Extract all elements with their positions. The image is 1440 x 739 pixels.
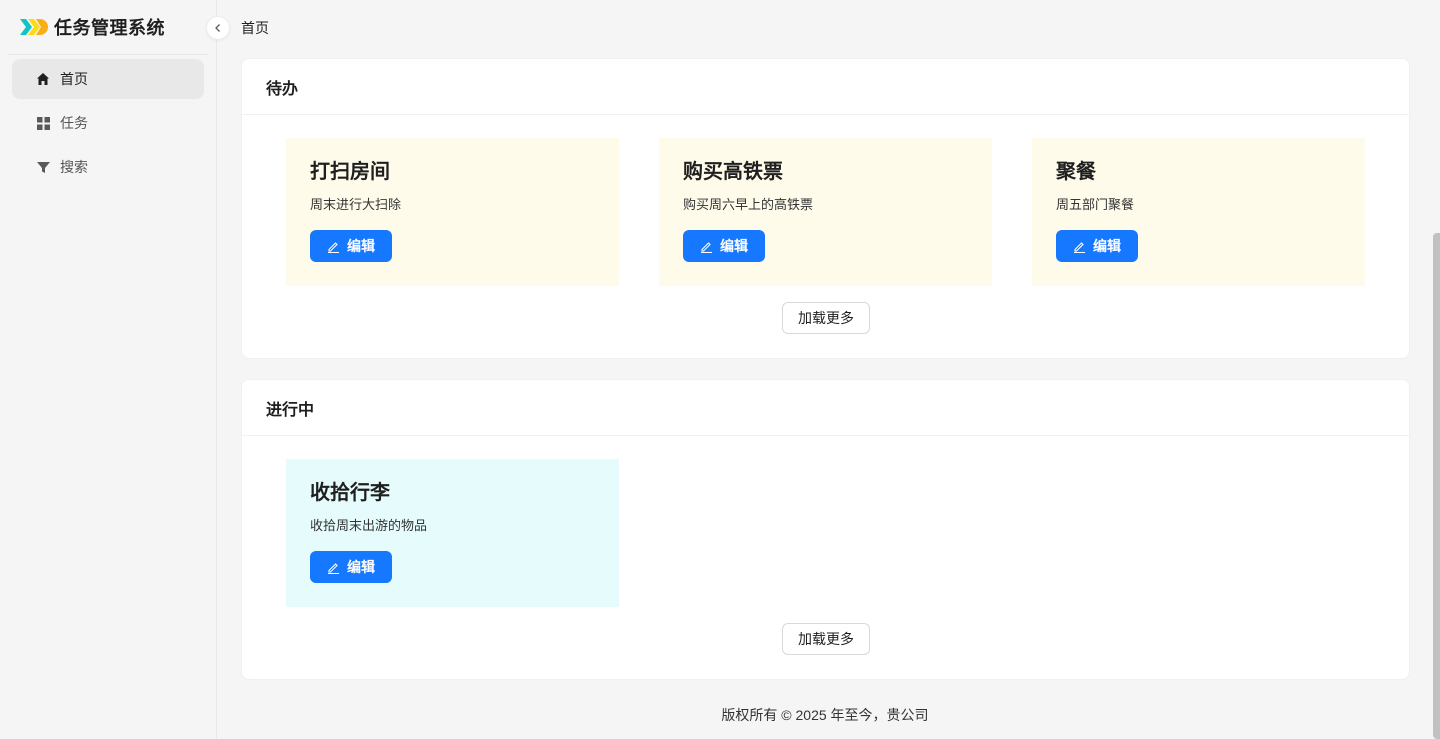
in-progress-panel: 进行中 收拾行李 收拾周末出游的物品 编辑 加载更多 [241,379,1410,680]
task-title: 收拾行李 [310,482,390,504]
task-title: 聚餐 [1056,161,1096,183]
sidebar-item-home[interactable]: 首页 [12,59,204,99]
task-card: 购买高铁票 购买周六早上的高铁票 编辑 [659,138,992,286]
todo-panel: 待办 打扫房间 周末进行大扫除 编辑 购买高铁票 购买周六早上的高铁票 编辑 聚… [241,58,1410,359]
edit-button-label: 编辑 [720,238,748,254]
home-icon [36,72,50,86]
panel-title: 待办 [242,59,1409,115]
load-more-button[interactable]: 加载更多 [782,302,870,334]
task-title: 打扫房间 [310,161,390,183]
edit-icon [328,241,339,253]
task-description: 购买周六早上的高铁票 [683,197,814,212]
sidebar-item-tasks[interactable]: 任务 [12,103,204,143]
task-description: 收拾周末出游的物品 [310,518,428,533]
edit-button[interactable]: 编辑 [310,230,392,262]
sidebar: 任务管理系统 首页 任务 搜索 [0,0,217,739]
edit-button-label: 编辑 [347,238,375,254]
task-description: 周末进行大扫除 [310,197,402,212]
sidebar-item-label: 搜索 [60,159,88,175]
page-scrollbar[interactable] [1433,233,1440,739]
edit-button-label: 编辑 [1093,238,1121,254]
edit-button[interactable]: 编辑 [310,551,392,583]
edit-icon [701,241,712,253]
footer-copyright: 版权所有 © 2025 年至今，贵公司 [721,707,929,723]
sidebar-menu: 首页 任务 搜索 [0,55,216,195]
chevron-left-icon [215,24,220,32]
app-title: 任务管理系统 [54,18,165,38]
edit-button[interactable]: 编辑 [1056,230,1138,262]
app-logo[interactable]: 任务管理系统 [8,0,208,55]
main-content: 首页 待办 打扫房间 周末进行大扫除 编辑 购买高铁票 购买周六早上的高铁票 编… [218,0,1432,739]
sidebar-item-search[interactable]: 搜索 [12,147,204,187]
sidebar-collapse-button[interactable] [206,16,230,40]
filter-icon [36,160,50,174]
grid-icon [36,116,50,130]
task-card: 打扫房间 周末进行大扫除 编辑 [286,138,619,286]
task-card: 收拾行李 收拾周末出游的物品 编辑 [286,459,619,607]
task-card: 聚餐 周五部门聚餐 编辑 [1032,138,1365,286]
load-more-button[interactable]: 加载更多 [782,623,870,655]
breadcrumb[interactable]: 首页 [241,18,269,38]
task-description: 周五部门聚餐 [1056,197,1135,212]
sidebar-item-label: 首页 [60,71,88,87]
logo-icon [20,19,48,35]
panel-title: 进行中 [242,380,1409,436]
edit-button-label: 编辑 [347,559,375,575]
task-title: 购买高铁票 [683,161,783,183]
edit-icon [328,562,339,574]
edit-icon [1074,241,1085,253]
edit-button[interactable]: 编辑 [683,230,765,262]
sidebar-item-label: 任务 [60,115,88,131]
